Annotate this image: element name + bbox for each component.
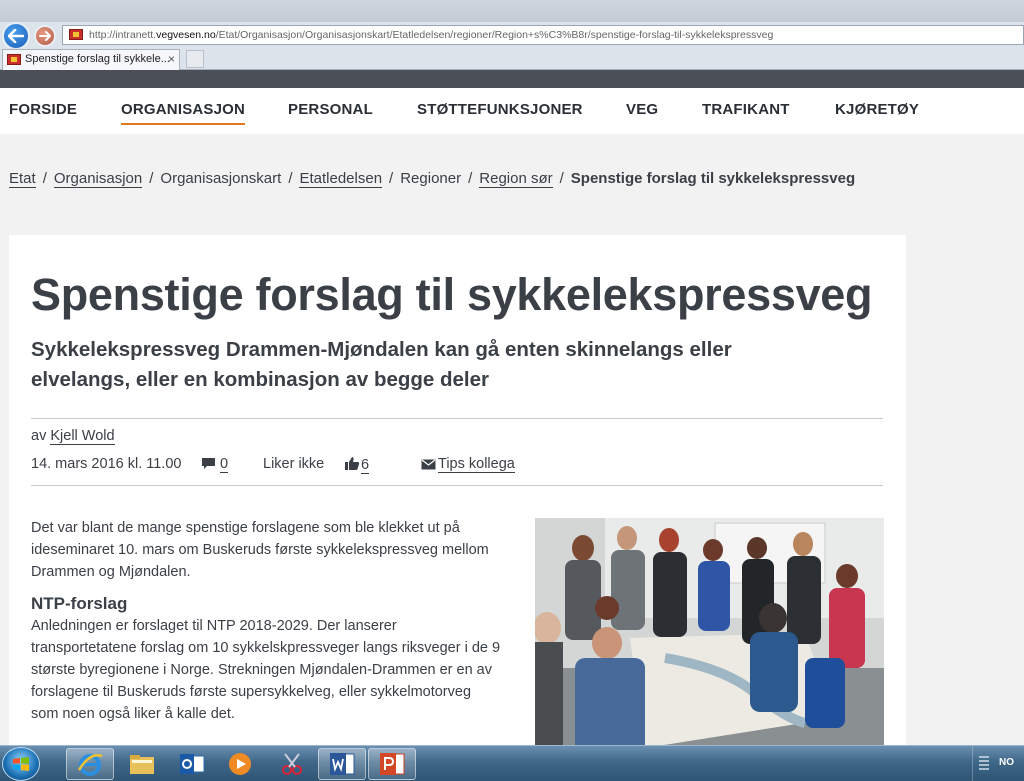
tab-close-button[interactable]: × — [168, 50, 175, 69]
word-icon — [330, 753, 355, 775]
share-label: Tips kollega — [438, 456, 515, 473]
breadcrumb-separator: / — [288, 170, 293, 187]
powerpoint-icon — [380, 753, 405, 775]
nav-item-trafikant[interactable]: TRAFIKANT — [702, 101, 790, 118]
browser-tab[interactable]: Spenstige forslag til sykkele... × — [2, 49, 180, 70]
intro-paragraph: Det var blant de mange spenstige forslag… — [31, 520, 489, 580]
breadcrumb: Etat / Organisasjon / Organisasjonskart / Etat… — [9, 170, 856, 188]
site-navigation: FORSIDE ORGANISASJON PERSONAL STØTTEFUNK… — [0, 88, 1024, 134]
unlike-button[interactable]: Liker ikke — [263, 456, 324, 472]
like-count: 6 — [361, 457, 370, 474]
windows-logo-icon — [13, 757, 29, 771]
author-line: av Kjell Wold — [31, 428, 115, 445]
thumbs-up-icon — [345, 457, 360, 470]
article-lede: Sykkelekspressveg Drammen-Mjøndalen kan … — [31, 338, 732, 391]
section-heading: NTP-forslag — [31, 594, 128, 613]
nav-item-stottefunksjoner[interactable]: STØTTEFUNKSJONER — [417, 101, 583, 118]
tab-strip: Spenstige forslag til sykkele... × — [0, 48, 1024, 70]
new-tab-button[interactable] — [186, 50, 204, 68]
breadcrumb-separator: / — [42, 170, 47, 187]
article-body: Det var blant de mange spenstige forslag… — [31, 517, 501, 735]
breadcrumb-link-etatledelsen[interactable]: Etatledelsen — [299, 170, 383, 188]
language-indicator[interactable]: NO — [999, 757, 1014, 768]
breadcrumb-text-organisasjonskart: Organisasjonskart — [160, 170, 282, 187]
article-photo — [535, 518, 884, 755]
start-button[interactable] — [2, 747, 40, 781]
breadcrumb-separator: / — [559, 170, 564, 187]
tab-favicon-icon — [7, 54, 21, 65]
breadcrumb-link-organisasjon[interactable]: Organisasjon — [53, 170, 143, 188]
url-input[interactable]: http://intranett.vegvesen.no/Etat/Organi… — [62, 25, 1024, 45]
like-link[interactable]: 6 — [344, 456, 370, 474]
system-tray: NO — [972, 746, 1024, 781]
breadcrumb-text-regioner: Regioner — [400, 170, 462, 187]
url-prefix: http://intranett. — [89, 29, 157, 41]
author-link[interactable]: Kjell Wold — [50, 428, 115, 445]
publish-date: 14. mars 2016 kl. 11.00 — [31, 456, 182, 472]
page-title: Spenstige forslag til sykkelekspressveg — [31, 269, 873, 320]
breadcrumb-link-etat[interactable]: Etat — [9, 170, 36, 188]
url-domain: vegvesen.no — [156, 29, 216, 41]
arrow-left-icon — [8, 29, 24, 43]
windows-taskbar: NO — [0, 745, 1024, 781]
article-card: Spenstige forslag til sykkelekspressveg … — [9, 235, 906, 755]
meeting-photo-illustration — [535, 518, 884, 755]
browser-title-bar — [0, 0, 1024, 22]
nav-item-forside[interactable]: FORSIDE — [9, 101, 77, 118]
author-prefix: av — [31, 428, 47, 444]
comments-link[interactable]: 0 — [201, 456, 229, 473]
taskbar-file-explorer[interactable] — [118, 748, 166, 780]
forward-button[interactable] — [34, 25, 56, 47]
comment-icon — [202, 458, 215, 469]
browser-toolbar-strip — [0, 70, 1024, 88]
breadcrumb-separator: / — [149, 170, 154, 187]
url-path: /Etat/Organisasjon/Organisasjonskart/Eta… — [215, 29, 774, 41]
internet-explorer-icon — [77, 754, 103, 776]
divider — [31, 485, 883, 486]
section-paragraph: Anledningen er forslaget til NTP 2018-20… — [31, 618, 501, 722]
breadcrumb-separator: / — [468, 170, 473, 187]
comment-count: 0 — [220, 456, 229, 473]
site-favicon-icon — [69, 29, 83, 40]
taskbar-word[interactable] — [318, 748, 366, 780]
tab-title: Spenstige forslag til sykkele... — [25, 53, 170, 65]
envelope-icon — [421, 459, 436, 470]
outlook-icon — [180, 754, 205, 774]
back-button[interactable] — [2, 22, 30, 50]
taskbar-snipping-tool[interactable] — [268, 748, 316, 780]
divider — [31, 418, 883, 419]
nav-item-personal[interactable]: PERSONAL — [288, 101, 373, 118]
taskbar-internet-explorer[interactable] — [66, 748, 114, 780]
nav-item-kjoretoy[interactable]: KJØRETØY — [835, 101, 919, 118]
nav-item-veg[interactable]: VEG — [626, 101, 658, 118]
tray-grip — [979, 756, 989, 772]
folder-icon — [130, 755, 154, 774]
nav-item-organisasjon[interactable]: ORGANISASJON — [121, 101, 246, 125]
taskbar-media-player[interactable] — [216, 748, 264, 780]
media-player-icon — [229, 753, 251, 775]
taskbar-powerpoint[interactable] — [368, 748, 416, 780]
address-bar-row: http://intranett.vegvesen.no/Etat/Organi… — [0, 22, 1024, 50]
share-colleague-link[interactable]: Tips kollega — [421, 456, 515, 473]
breadcrumb-link-region-sor[interactable]: Region sør — [479, 170, 553, 188]
breadcrumb-separator: / — [389, 170, 394, 187]
scissors-icon — [282, 753, 302, 775]
arrow-right-icon — [39, 31, 51, 41]
breadcrumb-current: Spenstige forslag til sykkelekspressveg — [570, 170, 856, 187]
taskbar-outlook[interactable] — [168, 748, 216, 780]
